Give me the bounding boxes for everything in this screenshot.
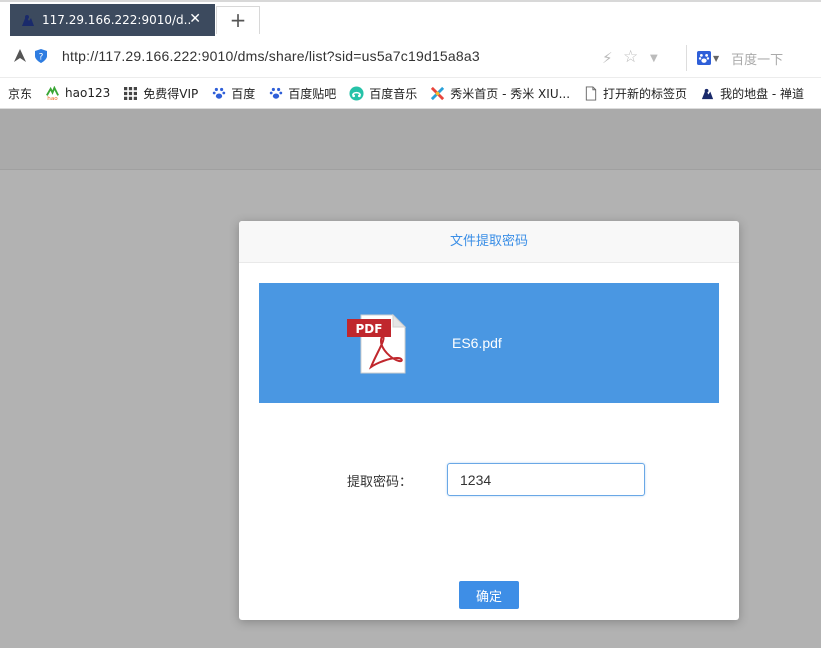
bookmark-label: hao123 [65,86,111,100]
new-tab-button[interactable]: + [216,6,260,34]
confirm-button[interactable]: 确定 [459,581,519,609]
password-dialog: 文件提取密码 PDF ES6.pdf 提取密码： 确定 [239,221,739,620]
pdf-badge-text: PDF [356,322,383,336]
password-label: 提取密码： [347,475,413,490]
star-icon[interactable]: ☆ [623,47,638,67]
bookmark-baidu-music[interactable]: 百度音乐 [349,85,417,102]
bookmarks-bar: 京东 hao hao123 免费得VIP 百度 百度贴吧 百度音乐 秀米首页 -… [0,78,821,109]
bookmark-label: 百度音乐 [369,86,418,101]
zentao-favicon-icon [22,15,34,26]
svg-text:?: ? [39,53,44,63]
bookmark-zentao[interactable]: 我的地盘 - 禅道 [700,85,804,102]
page-header-bar [0,109,821,170]
bookmark-jd[interactable]: 京东 [8,85,32,102]
xiumi-icon [430,86,445,101]
browser-tab-active[interactable]: 117.29.166.222:9010/d... ✕ [10,4,215,36]
baidu-paw-icon [211,86,226,101]
url-field[interactable]: http://117.29.166.222:9010/dms/share/lis… [62,48,480,64]
bookmark-xiumi[interactable]: 秀米首页 - 秀米 XIU... [430,85,570,102]
bookmark-label: 百度 [231,86,256,101]
bookmark-free-vip[interactable]: 免费得VIP [123,85,198,102]
hao123-icon: hao [45,85,60,101]
dialog-title: 文件提取密码 [239,221,739,263]
lightning-icon[interactable]: ⚡ [602,49,613,67]
baidu-paw-icon [268,86,283,101]
search-engine-dropdown-icon[interactable]: ▼ [713,54,719,63]
search-input[interactable]: 百度一下 [731,49,783,68]
file-card: PDF ES6.pdf [259,283,719,403]
grid-icon [123,86,138,101]
search-box[interactable]: ▼ 百度一下 [686,45,821,71]
shield-icon[interactable]: ? [33,48,49,64]
tab-title: 117.29.166.222:9010/d... [42,13,192,27]
speed-mode-icon[interactable] [12,48,28,64]
bookmark-hao123[interactable]: hao hao123 [45,85,111,101]
music-icon [349,85,364,101]
bookmark-label: 我的地盘 - 禅道 [720,86,805,101]
bookmark-label: 百度贴吧 [288,86,337,101]
pdf-file-icon: PDF [347,313,407,374]
bookmark-label: 京东 [8,86,33,101]
tab-strip: 117.29.166.222:9010/d... ✕ + [0,0,821,36]
bookmark-label: 秀米首页 - 秀米 XIU... [450,86,571,101]
svg-text:hao: hao [47,96,58,101]
page-icon [583,85,598,101]
bookmark-new-tab-page[interactable]: 打开新的标签页 [583,85,687,102]
bookmark-baidu-tieba[interactable]: 百度贴吧 [268,85,336,102]
bookmark-label: 免费得VIP [143,86,199,101]
zentao-icon [700,86,715,101]
tab-close-icon[interactable]: ✕ [189,11,201,27]
password-input[interactable] [447,463,645,496]
bookmark-label: 打开新的标签页 [603,86,688,101]
chevron-down-icon[interactable]: ▼ [650,53,658,64]
bookmark-baidu[interactable]: 百度 [211,85,255,102]
address-bar: ? http://117.29.166.222:9010/dms/share/l… [0,36,821,78]
file-name: ES6.pdf [452,335,502,351]
baidu-paw-icon [697,51,711,65]
